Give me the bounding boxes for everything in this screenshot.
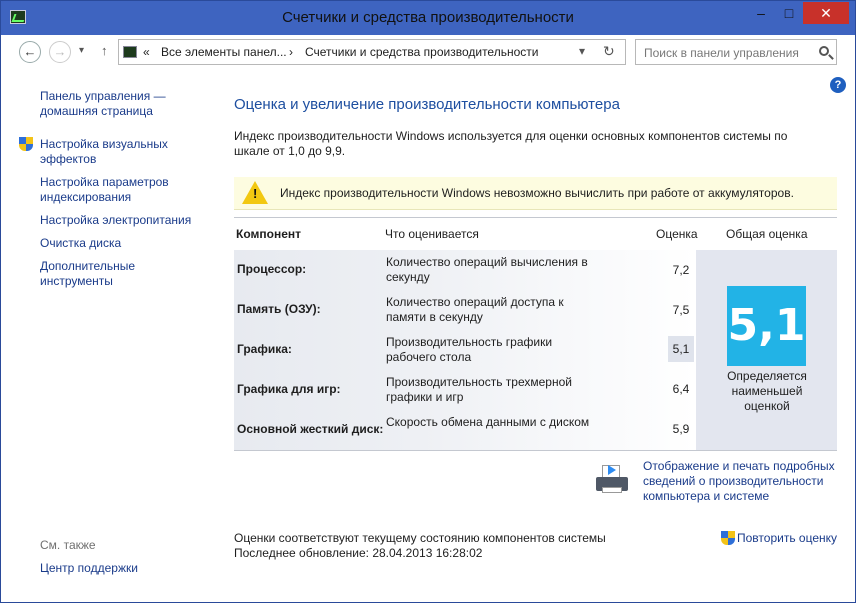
print-details-link[interactable]: Отображение и печать подробных сведений … (643, 459, 843, 504)
sidebar-advanced-tools[interactable]: Дополнительные инструменты (40, 259, 170, 289)
row-gaming-graphics-score: 6,4 (672, 382, 690, 396)
help-icon[interactable]: ? (830, 77, 846, 93)
printer-icon (596, 463, 628, 495)
row-processor-name: Процессор: (237, 262, 307, 276)
intro-text: Индекс производительности Windows исполь… (234, 129, 788, 158)
sidebar-visual-effects[interactable]: Настройка визуальных эффектов (40, 137, 190, 167)
search-box[interactable]: Поиск в панели управления (635, 39, 837, 65)
refresh-button[interactable]: ↻ (603, 43, 615, 60)
uac-shield-icon (721, 531, 735, 546)
rerun-assessment-link[interactable]: Повторить оценку (737, 531, 837, 545)
sidebar-action-center[interactable]: Центр поддержки (40, 561, 138, 576)
battery-warning-banner: ! Индекс производительности Windows нево… (234, 177, 837, 210)
row-processor-score: 7,2 (672, 263, 690, 277)
base-score-tile: 5,1 (727, 286, 806, 366)
status-last-update: Последнее обновление: 28.04.2013 16:28:0… (234, 546, 483, 560)
search-input[interactable]: Поиск в панели управления (644, 46, 799, 60)
table-top-divider (234, 217, 837, 218)
row-memory-name: Память (ОЗУ): (237, 302, 321, 316)
sidebar-disk-cleanup[interactable]: Очистка диска (40, 236, 200, 251)
back-button[interactable]: ← (19, 41, 41, 63)
breadcrumb-all-items[interactable]: Все элементы панел... (161, 45, 287, 59)
header-score: Оценка (656, 227, 698, 241)
header-rated: Что оценивается (385, 227, 479, 241)
sidebar-control-panel-home[interactable]: Панель управления — домашняя страница (40, 89, 200, 119)
status-current-state: Оценки соответствуют текущему состоянию … (234, 531, 606, 545)
breadcrumb-current[interactable]: Счетчики и средства производительности (305, 45, 538, 59)
row-memory-score: 7,5 (672, 303, 690, 317)
row-graphics-name: Графика: (237, 342, 292, 356)
see-also-label: См. также (40, 538, 96, 552)
warning-text: Индекс производительности Windows невозм… (280, 186, 794, 200)
window-title: Счетчики и средства производительности (282, 9, 574, 26)
navigation-bar: ← → ▾ ↑ « Все элементы панел... › Счетчи… (1, 35, 855, 71)
header-base-score: Общая оценка (726, 227, 808, 241)
maximize-button[interactable]: □ (775, 2, 803, 24)
breadcrumb-separator[interactable]: › (289, 45, 293, 59)
search-icon[interactable] (819, 46, 829, 56)
row-hard-disk-score: 5,9 (672, 422, 690, 436)
row-processor-desc: Количество операций вычисления в секунду (386, 255, 588, 284)
base-score-note: Определяется наименьшей оценкой (727, 369, 807, 413)
title-bar: Счетчики и средства производительности –… (1, 1, 855, 35)
table-bottom-divider (234, 450, 837, 451)
row-hard-disk-desc: Скорость обмена данными с диском (386, 415, 590, 429)
row-gaming-graphics-name: Графика для игр: (237, 382, 341, 396)
page-title: Оценка и увеличение производительности к… (234, 96, 620, 113)
address-bar[interactable]: « Все элементы панел... › Счетчики и сре… (118, 39, 626, 65)
minimize-button[interactable]: – (747, 2, 775, 24)
row-hard-disk-name: Основной жесткий диск: (237, 422, 384, 436)
sidebar-indexing-options[interactable]: Настройка параметров индексирования (40, 175, 200, 205)
row-gaming-graphics-desc: Производительность трехмерной графики и … (386, 375, 572, 404)
header-component: Компонент (236, 227, 301, 241)
uac-shield-icon (19, 137, 33, 152)
row-graphics-score: 5,1 (668, 336, 694, 362)
close-button[interactable]: ✕ (803, 2, 849, 24)
row-graphics-desc: Производительность графики рабочего стол… (386, 335, 553, 364)
row-memory-desc: Количество операций доступа к памяти в с… (386, 295, 564, 324)
control-panel-icon (123, 46, 137, 58)
address-overflow-chevron[interactable]: « (143, 45, 150, 59)
sidebar-power-settings[interactable]: Настройка электропитания (40, 213, 210, 228)
up-button[interactable]: ↑ (101, 43, 108, 58)
forward-button[interactable]: → (49, 41, 71, 63)
window: Счетчики и средства производительности –… (0, 0, 856, 603)
address-dropdown-button[interactable]: ▾ (579, 44, 585, 58)
recent-locations-button[interactable]: ▾ (79, 45, 84, 56)
warning-icon-mark: ! (253, 186, 258, 201)
